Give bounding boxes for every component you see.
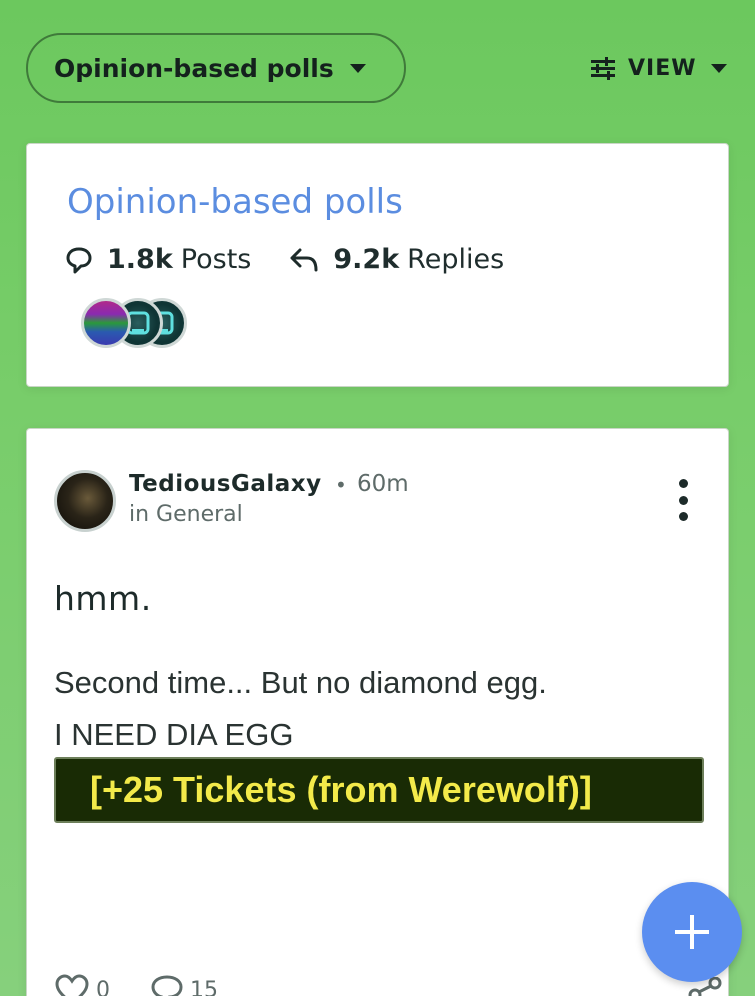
post-image-text: [+25 Tickets (from Werewolf)]	[90, 769, 592, 810]
post-time: 60m	[357, 471, 409, 497]
sliders-icon	[591, 57, 615, 80]
replies-label: Replies	[407, 244, 505, 275]
topic-selector-label: Opinion-based polls	[54, 53, 334, 83]
heart-icon[interactable]	[54, 974, 90, 996]
avatar	[81, 298, 131, 348]
view-button[interactable]: VIEW	[590, 50, 727, 86]
chevron-down-icon	[710, 63, 727, 73]
chevron-down-icon	[349, 63, 366, 73]
plus-icon	[675, 915, 709, 949]
like-count: 0	[96, 977, 110, 996]
comment-icon[interactable]	[150, 974, 184, 996]
topic-info-card: Opinion-based polls 1.8k Posts 9.2k Repl…	[26, 143, 729, 387]
post-actions: 0 15	[54, 974, 258, 996]
post-card[interactable]: TediousGalaxy • 60m in General hmm. Seco…	[26, 428, 729, 996]
post-body: Second time... But no diamond egg. I NEE…	[54, 657, 547, 761]
post-category[interactable]: in General	[129, 502, 243, 527]
posts-label: Posts	[180, 244, 252, 275]
participant-avatars[interactable]	[81, 298, 201, 350]
more-options-icon[interactable]	[672, 479, 694, 521]
reply-count: 15	[190, 977, 218, 996]
avatar[interactable]	[54, 470, 116, 532]
replies-count: 9.2k	[333, 244, 400, 275]
topic-title[interactable]: Opinion-based polls	[67, 182, 403, 222]
top-bar: Opinion-based polls VIEW	[0, 0, 755, 135]
post-body-line: I NEED DIA EGG	[54, 717, 294, 752]
meta-separator: •	[335, 473, 347, 497]
posts-count: 1.8k	[107, 244, 173, 275]
new-post-button[interactable]	[642, 882, 742, 982]
post-image[interactable]: [+25 Tickets (from Werewolf)]	[54, 757, 704, 823]
view-label: VIEW	[628, 55, 697, 81]
post-author[interactable]: TediousGalaxy	[129, 471, 322, 497]
comment-icon	[66, 247, 92, 273]
topic-stats: 1.8k Posts 9.2k Replies	[65, 244, 504, 275]
post-title[interactable]: hmm.	[54, 579, 152, 618]
topic-selector[interactable]: Opinion-based polls	[26, 33, 406, 103]
post-body-line: Second time... But no diamond egg.	[54, 665, 547, 700]
reply-icon	[290, 248, 318, 271]
